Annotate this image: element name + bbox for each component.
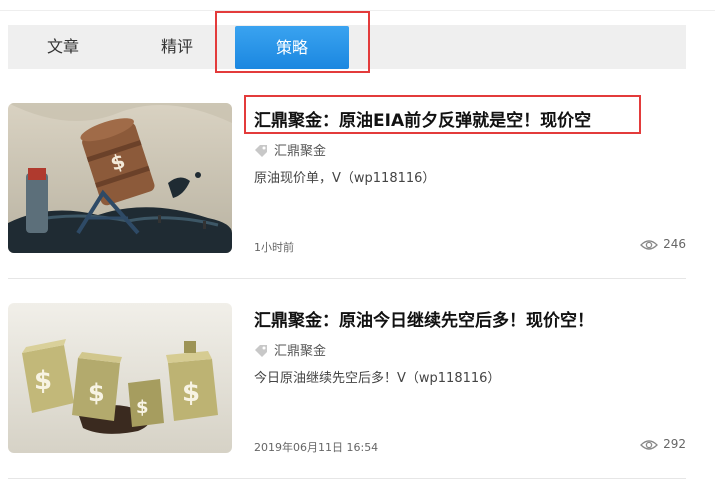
article-summary: 今日原油继续先空后多！V（wp118116）: [254, 371, 501, 386]
tag-label: 汇鼎聚金: [274, 344, 327, 359]
eye-icon: [640, 240, 659, 250]
view-count: 246: [640, 237, 686, 251]
svg-text:$: $: [88, 379, 105, 407]
tag-label: 汇鼎聚金: [274, 144, 327, 159]
highlight-box-title: [244, 95, 641, 134]
article-tag[interactable]: 汇鼎聚金: [254, 140, 327, 159]
view-count-value: 246: [663, 237, 686, 251]
article-divider: [8, 278, 686, 279]
view-count-value: 292: [663, 437, 686, 451]
article-summary: 原油现价单，V（wp118116）: [254, 171, 436, 186]
tag-icon: [255, 145, 267, 157]
view-count: 292: [640, 437, 686, 451]
svg-text:$: $: [182, 378, 200, 408]
highlight-box-tab: [215, 11, 370, 73]
svg-text:$: $: [136, 397, 149, 418]
article-title[interactable]: 汇鼎聚金：原油今日继续先空后多！现价空！: [254, 306, 594, 331]
article-tag[interactable]: 汇鼎聚金: [254, 340, 327, 359]
svg-text:$: $: [34, 366, 52, 396]
article-thumbnail[interactable]: $ $ $ $: [8, 303, 232, 453]
tag-icon: [255, 345, 267, 357]
article-time: 2019年06月11日 16:54: [254, 441, 379, 454]
article-thumbnail[interactable]: $: [8, 103, 232, 253]
tab-articles[interactable]: 文章: [8, 25, 118, 69]
article-time: 1小时前: [254, 241, 294, 254]
article-item[interactable]: $ $ $ $ 汇鼎聚金：原油今日继续先空后多！现价空！ 汇鼎聚金 今日原油继续…: [8, 303, 686, 454]
article-divider: [8, 478, 686, 479]
eye-icon: [640, 440, 659, 450]
